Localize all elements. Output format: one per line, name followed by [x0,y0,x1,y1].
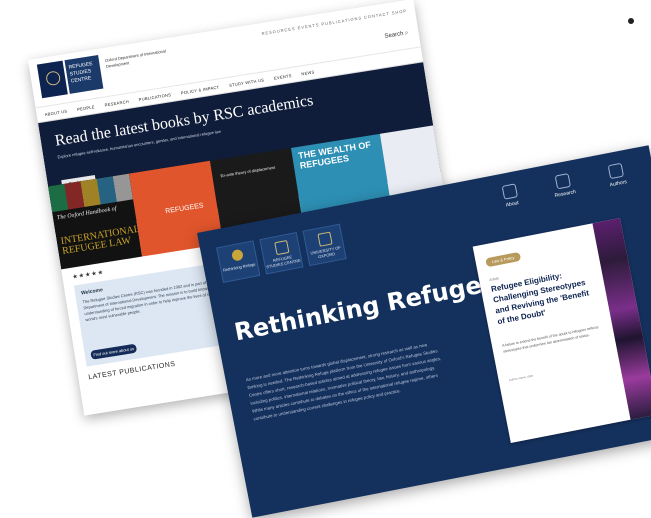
sun-logo-icon [231,248,244,262]
tile-label: UNIVERSITY OF OXFORD [310,244,342,260]
article-title[interactable]: Refugee Eligibility: Challenging Stereot… [490,265,597,327]
book-title: INTERNATIONAL REFUGEE LAW [59,223,141,257]
oxford-logo[interactable]: UNIVERSITY OF OXFORD [302,223,347,267]
search-button[interactable]: Search ⌕ [384,30,409,41]
nav-item[interactable]: PUBLICATIONS [138,92,171,102]
crest-icon [317,231,333,247]
book-title: Ex-ante theory of displacement [220,164,276,179]
category-badge[interactable]: Law & Policy [485,251,522,268]
nav-item[interactable]: STUDY WITH US [229,77,265,87]
person-icon [607,162,625,180]
nav-label: Authors [609,179,628,189]
globe-icon [554,173,572,190]
bullet-dot [628,18,634,24]
nav-authors[interactable]: Authors [598,161,636,190]
nav-label: About [505,200,520,209]
nav-item[interactable]: ABOUT US [44,108,67,117]
search-icon: ⌕ [404,30,409,37]
nav-item[interactable]: RESEARCH [104,98,129,107]
nav-item[interactable]: POLICY & IMPACT [180,84,219,95]
article-image [592,218,651,420]
logo-tagline: Oxford Department of International Devel… [104,48,167,69]
book-cover[interactable]: The Oxford Handbook of INTERNATIONAL REF… [48,173,143,270]
article-description: A failure to extend the benefit of the d… [501,325,599,354]
top-nav: About Research Authors [492,161,636,211]
rsc-logo[interactable]: REFUGEE STUDIES CENTRE [259,231,304,275]
nav-about[interactable]: About [492,181,530,210]
nav-item[interactable]: EVENTS [274,72,292,80]
utility-links[interactable]: RESOURCES EVENTS PUBLICATIONS CONTACT SH… [261,8,407,36]
page-title: Rethinking Refuge [232,270,484,347]
article-type: Article [488,276,500,283]
nav-label: Research [554,189,577,199]
crest-icon [274,239,290,256]
nav-research[interactable]: Research [545,171,583,200]
rethinking-refuge-logo[interactable]: Rethinking Refuge [216,240,261,283]
rsc-logo[interactable]: REFUGEE STUDIES CENTRE [64,54,104,94]
nav-item[interactable]: NEWS [301,69,315,76]
oxford-logo[interactable] [36,60,68,99]
about-us-button[interactable]: Find out more about us [90,343,138,360]
carousel-dots[interactable]: ★★★★★ [72,269,104,281]
tile-label: REFUGEE STUDIES CENTRE [265,254,302,270]
article-meta: Author name, date [508,373,534,383]
book-title: REFUGEES [164,202,205,216]
nav-item[interactable]: PEOPLE [77,104,95,112]
info-icon [501,183,519,200]
tile-label: Rethinking Refuge [222,261,256,273]
intro-text: As more and more attention turns towards… [245,342,442,422]
article-card[interactable]: Law & Policy Article Refugee Eligibility… [472,218,651,443]
